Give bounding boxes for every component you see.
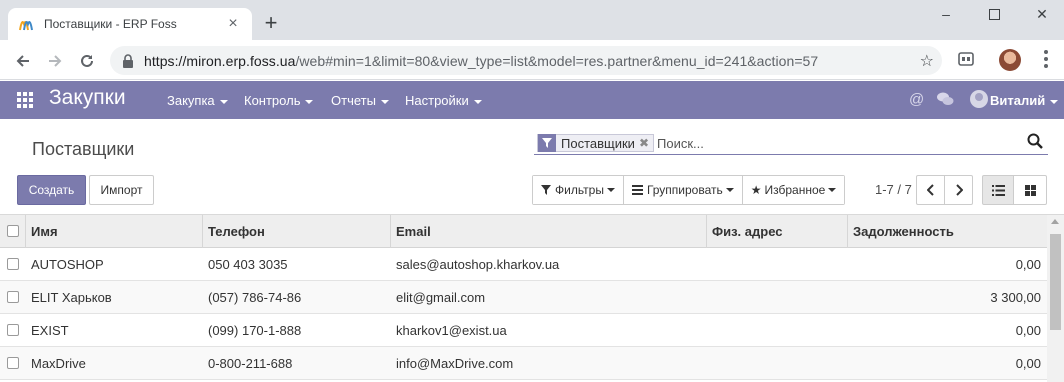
cell-email: info@MaxDrive.com [396,355,514,371]
chevron-left-icon [926,184,934,196]
odoo-favicon-icon [19,21,33,31]
cell-name: EXIST [31,322,69,338]
filter-icon [541,185,551,195]
app-title[interactable]: Закупки [49,86,126,110]
bookmark-star-icon[interactable]: ☆ [920,51,934,71]
column-header-phone[interactable]: Телефон [208,224,265,239]
reload-button[interactable] [76,50,98,72]
pager-next-button[interactable] [944,175,973,205]
browser-menu-icon[interactable] [1043,50,1049,68]
tab-title: Поставщики - ERP Foss [44,17,177,31]
search-input[interactable] [657,133,1017,153]
suppliers-list: Имя Телефон Email Физ. адрес Задолженнос… [0,215,1047,380]
chat-bubbles-icon[interactable] [936,91,954,111]
row-checkbox[interactable] [7,324,19,336]
odoo-main-navbar: Закупки Закупка Контроль Отчеты Настройк… [0,81,1064,119]
filters-dropdown[interactable]: Фильтры [533,176,624,204]
close-window-button[interactable]: ✕ [1031,6,1053,23]
list-view-icon [991,184,1005,196]
list-bars-icon [631,185,643,195]
kanban-view-button[interactable] [1013,175,1047,205]
table-header: Имя Телефон Email Физ. адрес Задолженнос… [0,215,1047,248]
kanban-view-icon [1024,184,1036,196]
back-button[interactable] [12,50,34,72]
cell-name: AUTOSHOP [31,256,104,272]
table-row[interactable]: AUTOSHOP 050 403 3035 sales@autoshop.kha… [0,248,1047,281]
vertical-scrollbar[interactable] [1047,215,1064,382]
cell-name: ELIT Харьков [31,289,112,305]
browser-tab-bar: Поставщики - ERP Foss × + – ✕ [0,0,1064,40]
column-header-address[interactable]: Физ. адрес [712,224,782,239]
search-facet: Поставщики ✖ [537,134,654,152]
forward-button[interactable] [44,50,66,72]
control-panel: Поставщики Поставщики ✖ Создать Импорт Ф… [0,119,1064,215]
row-checkbox[interactable] [7,291,19,303]
group-by-dropdown[interactable]: Группировать [623,176,743,204]
arrow-left-icon [16,55,29,67]
column-header-debt[interactable]: Задолженность [853,224,954,239]
search-options: Фильтры Группировать ★ Избранное [532,175,846,205]
search-icon[interactable] [1027,133,1045,151]
select-all-checkbox[interactable] [7,225,19,237]
menu-purchase[interactable]: Закупка [167,93,228,108]
column-header-name[interactable]: Имя [31,224,58,239]
row-checkbox[interactable] [7,357,19,369]
menu-control[interactable]: Контроль [244,93,314,108]
search-view: Поставщики ✖ [534,131,1048,155]
profile-avatar[interactable] [999,49,1021,71]
address-bar[interactable]: https://miron.erp.foss.ua/web#min=1&limi… [110,46,942,75]
pager-previous-button[interactable] [916,175,945,205]
cell-phone: (057) 786-74-86 [208,289,302,305]
scroll-up-arrow-icon[interactable] [1051,219,1059,224]
browser-tab[interactable]: Поставщики - ERP Foss × [8,8,252,40]
cell-email: sales@autoshop.kharkov.ua [396,256,560,272]
cell-debt: 0,00 [1015,322,1041,338]
lock-icon [122,53,136,68]
tab-close-icon[interactable]: × [224,16,242,32]
table-row[interactable]: EXIST (099) 170-1-888 kharkov1@exist.ua … [0,314,1047,347]
cell-debt: 3 300,00 [990,289,1041,305]
column-header-email[interactable]: Email [396,224,431,239]
user-avatar[interactable] [970,90,988,108]
search-facet-label: Поставщики [561,135,635,151]
favorites-dropdown[interactable]: ★ Избранное [742,176,845,204]
extension-icon[interactable] [957,50,975,73]
breadcrumb: Поставщики [32,139,135,159]
cell-debt: 0,00 [1015,355,1041,371]
cell-name: MaxDrive [31,355,86,371]
cell-phone: 050 403 3035 [208,256,288,272]
star-icon: ★ [750,183,762,197]
facet-remove-icon[interactable]: ✖ [639,136,653,150]
browser-toolbar: https://miron.erp.foss.ua/web#min=1&limi… [0,40,1064,80]
pager-value[interactable]: 1-7 / 7 [875,182,912,197]
reload-icon [81,54,93,67]
menu-reports[interactable]: Отчеты [331,93,389,108]
maximize-button[interactable] [983,6,1005,23]
cell-phone: (099) 170-1-888 [208,322,302,338]
filter-icon [538,134,556,152]
arrow-right-icon [49,55,62,67]
chevron-right-icon [955,184,963,196]
row-checkbox[interactable] [7,258,19,270]
cell-phone: 0-800-211-688 [208,355,293,371]
table-row[interactable]: ELIT Харьков (057) 786-74-86 elit@gmail.… [0,281,1047,314]
cell-email: elit@gmail.com [396,289,486,305]
minimize-button[interactable]: – [935,6,957,22]
url-text: https://miron.erp.foss.ua/web#min=1&limi… [144,52,819,69]
import-button[interactable]: Импорт [89,175,154,205]
user-menu[interactable]: Виталий [990,93,1059,108]
menu-settings[interactable]: Настройки [405,93,482,108]
new-tab-button[interactable]: + [260,12,282,34]
table-row[interactable]: MaxDrive 0-800-211-688 info@MaxDrive.com… [0,347,1047,380]
create-button[interactable]: Создать [17,175,86,205]
apps-grid-icon[interactable] [17,92,33,108]
list-view-button[interactable] [982,175,1014,205]
at-mention-icon[interactable]: @ [909,91,924,108]
cell-email: kharkov1@exist.ua [396,322,507,338]
cell-debt: 0,00 [1015,256,1041,272]
scrollbar-thumb[interactable] [1050,234,1061,330]
